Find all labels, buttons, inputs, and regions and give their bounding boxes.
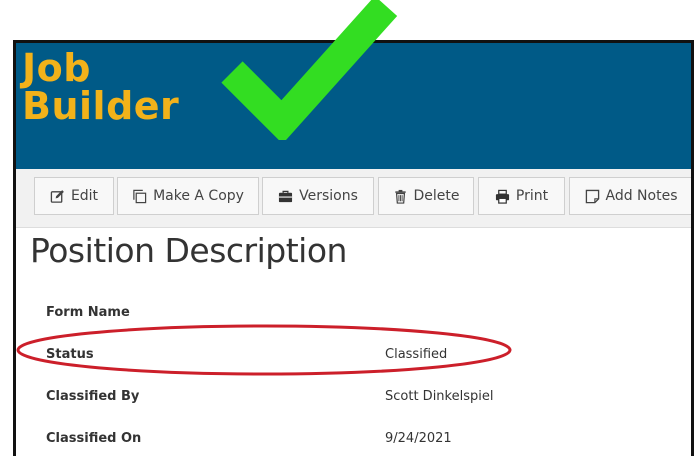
trash-icon bbox=[394, 189, 406, 204]
versions-button[interactable]: Versions bbox=[262, 177, 374, 215]
classified-by-label: Classified By bbox=[46, 389, 140, 404]
make-a-copy-button-label: Make A Copy bbox=[153, 188, 244, 204]
status-value: Classified bbox=[385, 347, 448, 362]
printer-icon bbox=[495, 189, 509, 204]
add-notes-button-label: Add Notes bbox=[605, 188, 678, 204]
delete-button-label: Delete bbox=[413, 188, 460, 204]
print-button[interactable]: Print bbox=[478, 177, 565, 215]
edit-button-label: Edit bbox=[70, 188, 99, 204]
classified-on-label: Classified On bbox=[46, 431, 142, 446]
delete-button[interactable]: Delete bbox=[378, 177, 474, 215]
green-checkmark-annotation bbox=[221, 0, 398, 140]
classified-by-value: Scott Dinkelspiel bbox=[385, 389, 494, 404]
add-notes-button[interactable]: Add Notes bbox=[569, 177, 691, 215]
edit-button[interactable]: Edit bbox=[34, 177, 114, 215]
note-icon bbox=[585, 189, 599, 203]
action-toolbar: Edit Make A Copy Versions Delete Print A… bbox=[16, 169, 691, 228]
classified-on-value: 9/24/2021 bbox=[385, 431, 452, 446]
pencil-square-icon bbox=[50, 189, 64, 203]
copy-icon bbox=[133, 189, 147, 203]
page-title: Position Description bbox=[30, 231, 347, 270]
form-name-label: Form Name bbox=[46, 305, 130, 320]
status-label: Status bbox=[46, 347, 94, 362]
briefcase-icon bbox=[279, 190, 293, 202]
make-a-copy-button[interactable]: Make A Copy bbox=[117, 177, 259, 215]
app-title: Job Builder bbox=[22, 46, 180, 128]
versions-button-label: Versions bbox=[299, 188, 358, 204]
print-button-label: Print bbox=[515, 188, 549, 204]
